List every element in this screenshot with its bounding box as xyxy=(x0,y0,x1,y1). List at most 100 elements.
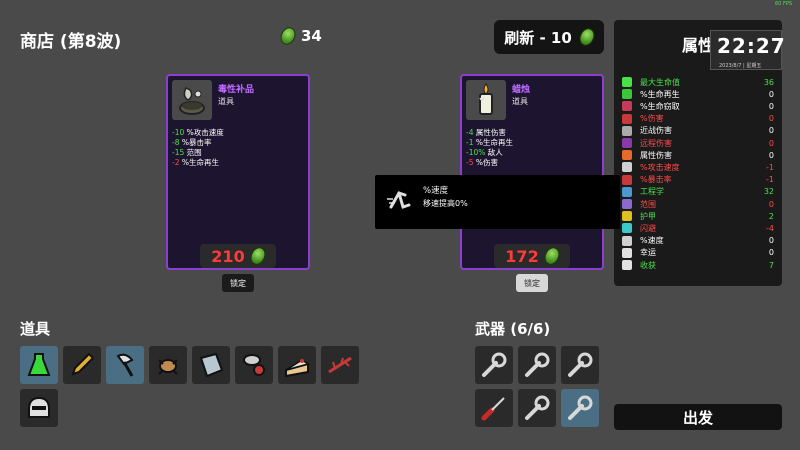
weapon-slot[interactable] xyxy=(561,346,599,384)
stat-row[interactable]: 幸运 0 xyxy=(622,247,774,259)
stat-label: %伤害 xyxy=(640,114,664,124)
item-stat-line: -1 %生命再生 xyxy=(466,138,513,147)
range-icon xyxy=(622,199,632,209)
stat-value: -1 xyxy=(766,175,774,185)
weapon-slot[interactable] xyxy=(518,389,556,427)
armor-icon xyxy=(622,211,632,222)
stat-row[interactable]: 远程伤害 0 xyxy=(622,137,774,149)
toxic-tonic-icon xyxy=(172,80,212,120)
potion-icon xyxy=(27,353,51,376)
clock-overlay: 22:27 2023/8/7 | 星期五 xyxy=(710,30,785,70)
item-stat-line: -4 属性伤害 xyxy=(466,128,506,137)
item-slot-helmet[interactable] xyxy=(20,389,58,427)
stat-row[interactable]: 属性伤害 0 xyxy=(622,149,774,161)
clock-time: 22:27 xyxy=(717,34,786,58)
stat-row[interactable]: %攻击速度 -1 xyxy=(622,161,774,173)
item-slot-pencil[interactable] xyxy=(63,346,101,384)
melee-icon xyxy=(622,125,632,136)
shop-item-card[interactable]: 蜡烛 道具 -4 属性伤害 -1 %生命再生 -10% 敌人 -5 %伤害 17… xyxy=(460,74,604,270)
mushroom-icon xyxy=(243,354,265,376)
cake-icon xyxy=(285,359,310,378)
tooltip-description: 移速提高0% xyxy=(423,199,468,208)
item-stat-line: -10% 敌人 xyxy=(466,148,503,157)
stat-row[interactable]: 工程学 32 xyxy=(622,186,774,198)
stat-row[interactable]: %伤害 0 xyxy=(622,113,774,125)
stat-value: 2 xyxy=(768,211,774,221)
stat-label: 工程学 xyxy=(640,187,664,197)
harvesting-icon xyxy=(622,260,632,270)
bug-icon xyxy=(158,359,178,375)
stat-row[interactable]: %速度 0 xyxy=(622,235,774,247)
stat-value: -4 xyxy=(766,223,774,233)
stat-row[interactable]: 最大生命值 36 xyxy=(622,76,774,88)
stat-row[interactable]: %生命窃取 0 xyxy=(622,100,774,112)
start-wave-button[interactable]: 出发 xyxy=(614,404,782,430)
item-slot-thorns[interactable] xyxy=(321,346,359,384)
items-title: 道具 xyxy=(20,320,51,338)
stat-value: 0 xyxy=(768,248,774,258)
stat-row[interactable]: 闪避 -4 xyxy=(622,222,774,234)
stat-label: 范围 xyxy=(640,199,656,209)
materials-counter: 34 xyxy=(277,24,322,48)
stat-row[interactable]: 范围 0 xyxy=(622,198,774,210)
item-slot-mushroom[interactable] xyxy=(235,346,273,384)
buy-button[interactable]: 210 xyxy=(200,244,276,268)
lock-button[interactable]: 锁定 xyxy=(222,274,254,292)
shop-item-card[interactable]: 毒性补品 道具 -10 %攻击速度 -8 %暴击率 -15 范围 -2 %生命再… xyxy=(166,74,310,270)
heart-icon xyxy=(622,77,632,87)
regen-icon xyxy=(622,89,632,100)
weapon-slot[interactable] xyxy=(561,389,599,427)
fps-counter: 60 FPS xyxy=(775,1,793,7)
stat-tooltip: %速度 移速提高0% xyxy=(375,175,620,229)
stat-row[interactable]: 近战伤害 0 xyxy=(622,125,774,137)
pencil-icon xyxy=(71,352,95,376)
stat-value: 0 xyxy=(768,150,774,160)
helmet-icon xyxy=(28,396,50,418)
stat-value: 0 xyxy=(768,199,774,209)
stat-label: 收获 xyxy=(640,260,656,270)
lifesteal-icon xyxy=(622,101,632,112)
stat-value: 0 xyxy=(768,126,774,136)
item-slot-book[interactable] xyxy=(192,346,230,384)
speed-icon xyxy=(385,185,415,215)
item-slot-potion[interactable] xyxy=(20,346,58,384)
shop-title: 商店 (第8波) xyxy=(20,32,122,52)
buy-button[interactable]: 172 xyxy=(494,244,570,268)
item-slot-bug[interactable] xyxy=(149,346,187,384)
stat-label: %生命窃取 xyxy=(640,101,680,111)
stat-value: 0 xyxy=(768,236,774,246)
material-icon xyxy=(247,244,268,268)
stat-label: 护甲 xyxy=(640,211,656,221)
lock-button[interactable]: 锁定 xyxy=(516,274,548,292)
stat-row[interactable]: %暴击率 -1 xyxy=(622,174,774,186)
item-stats: -4 属性伤害 -1 %生命再生 -10% 敌人 -5 %伤害 xyxy=(466,128,513,168)
stat-label: 远程伤害 xyxy=(640,138,672,148)
stat-label: 属性伤害 xyxy=(640,150,672,160)
wrench-icon xyxy=(568,395,593,420)
engineering-icon xyxy=(622,186,632,197)
weapon-slot[interactable] xyxy=(475,346,513,384)
elemental-icon xyxy=(622,150,632,161)
weapon-slot[interactable] xyxy=(475,389,513,427)
weapon-slot[interactable] xyxy=(518,346,556,384)
stat-row[interactable]: 收获 7 xyxy=(622,259,774,271)
stat-value: 32 xyxy=(763,187,774,197)
stat-value: 36 xyxy=(763,77,774,87)
item-stat-line: -2 %生命再生 xyxy=(172,158,219,167)
stat-row[interactable]: %生命再生 0 xyxy=(622,88,774,100)
axe-icon xyxy=(116,353,134,377)
stat-label: %暴击率 xyxy=(640,175,672,185)
material-icon xyxy=(576,25,597,49)
wrench-icon xyxy=(568,352,593,377)
item-slot-axe[interactable] xyxy=(106,346,144,384)
item-name: 毒性补品 xyxy=(218,85,255,95)
stat-row[interactable]: 护甲 2 xyxy=(622,210,774,222)
item-slot-cake[interactable] xyxy=(278,346,316,384)
reroll-button[interactable]: 刷新 - 10 xyxy=(494,20,604,54)
tooltip-title: %速度 xyxy=(423,186,449,196)
luck-icon xyxy=(622,247,632,258)
ranged-icon xyxy=(622,138,632,148)
item-name: 蜡烛 xyxy=(512,85,531,95)
stat-label: 近战伤害 xyxy=(640,126,672,136)
stat-value: 0 xyxy=(768,101,774,111)
